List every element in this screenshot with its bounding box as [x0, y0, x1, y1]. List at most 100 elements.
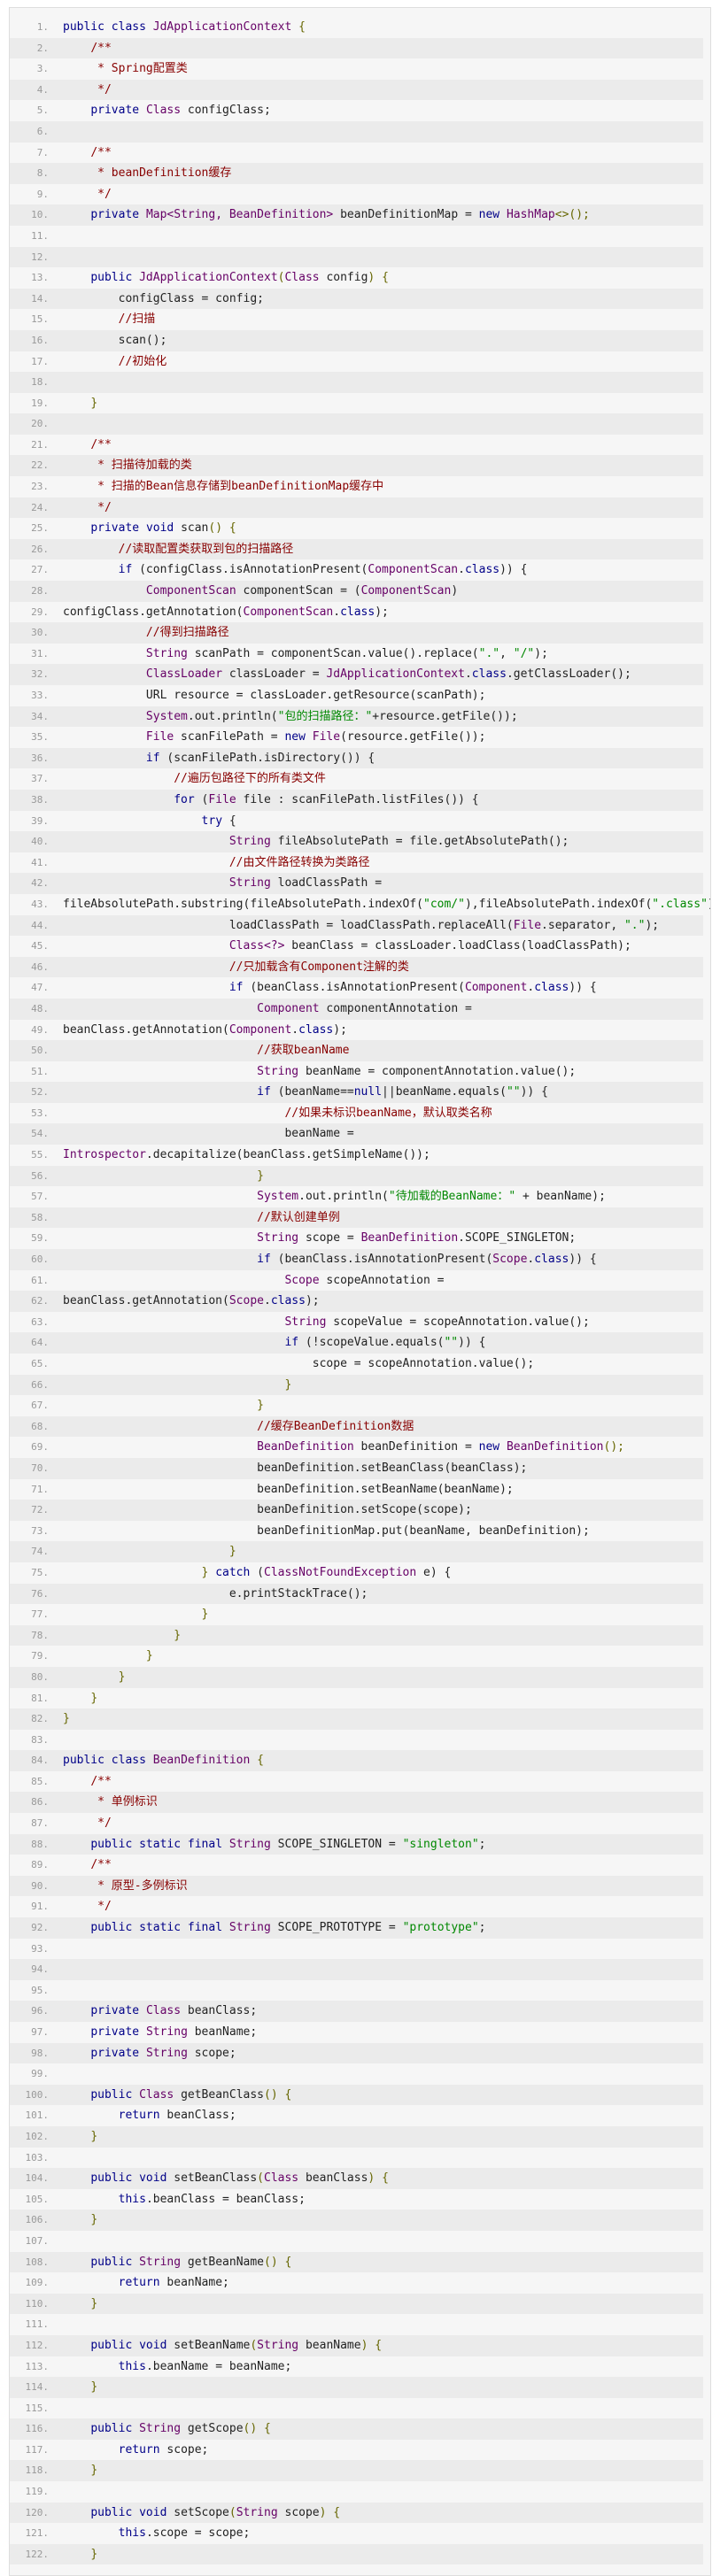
- code-line: 115.: [10, 2398, 703, 2419]
- code-token: classLoader =: [222, 667, 327, 682]
- line-number: 67.: [31, 1400, 49, 1412]
- code-token: setBeanName: [166, 2338, 251, 2352]
- line-number: 85.: [31, 1775, 49, 1787]
- code-token: public: [90, 1921, 140, 1935]
- code-token: configClass;: [181, 104, 271, 118]
- code-token: }: [201, 1565, 216, 1579]
- code-token: this: [118, 2192, 146, 2206]
- code-token: }: [63, 1712, 70, 1726]
- line-number: 73.: [31, 1524, 49, 1537]
- code-line: 107.: [10, 2231, 703, 2252]
- code-line: 84. public class BeanDefinition {: [10, 1750, 703, 1771]
- code-token: * 原型-多例标识: [63, 1878, 188, 1893]
- code-line: 100. public Class getBeanClass() {: [10, 2084, 703, 2106]
- code-token: beanClass;: [181, 2004, 258, 2018]
- code-token: "singleton": [402, 1837, 479, 1851]
- code-line: 59. String scope = BeanDefinition.SCOPE_…: [10, 1228, 703, 1249]
- code-line: 5. private Class configClass;: [10, 100, 703, 121]
- code-line: 25. private void scan() {: [10, 518, 703, 539]
- line-number: 10.: [31, 209, 49, 221]
- code-token: beanDefinition.setScope(scope);: [63, 1503, 472, 1517]
- line-number: 59.: [31, 1232, 49, 1245]
- code-token: String: [228, 1921, 271, 1935]
- code-token: }: [90, 2380, 98, 2395]
- code-line: 71. beanDefinition.setBeanName(beanName)…: [10, 1479, 703, 1500]
- line-number: 42.: [31, 877, 49, 890]
- code-token: URL resource = classLoader.getResource(s…: [63, 689, 486, 702]
- code-token: );: [534, 646, 548, 660]
- code-line: 70. beanDefinition.setBeanClass(beanClas…: [10, 1457, 703, 1479]
- code-line: 20.: [10, 413, 703, 435]
- code-token: /**: [90, 41, 112, 55]
- code-token: //得到扫描路径: [145, 626, 229, 640]
- code-token: }: [228, 1545, 236, 1559]
- code-token: beanName;: [187, 2025, 258, 2039]
- code-token: if: [145, 751, 160, 765]
- code-token: "/": [513, 646, 535, 660]
- code-line: 111.: [10, 2314, 703, 2335]
- code-token: }: [257, 1168, 264, 1183]
- line-number: 34.: [31, 710, 49, 722]
- line-number: 43.: [31, 898, 49, 910]
- line-number: 80.: [31, 1670, 49, 1683]
- code-token: .getClassLoader();: [506, 667, 631, 682]
- code-token: ClassNotFoundException: [264, 1565, 417, 1579]
- code-token: public: [90, 271, 140, 285]
- code-line: 8. * beanDefinition缓存: [10, 163, 703, 184]
- code-token: private: [90, 104, 146, 118]
- code-line: 62. beanClass.getAnnotation(Scope.class);: [10, 1291, 703, 1312]
- code-token: (beanClass.isAnnotationPresent(: [243, 981, 465, 995]
- code-token: private: [90, 2046, 146, 2060]
- code-token: for: [174, 792, 195, 806]
- line-number: 86.: [31, 1796, 49, 1809]
- code-token: String: [257, 1231, 299, 1246]
- code-line: 18.: [10, 372, 703, 393]
- code-line: 51. String beanName = componentAnnotatio…: [10, 1061, 703, 1083]
- code-token: HashMap: [506, 208, 555, 222]
- code-token: beanClass.getAnnotation(: [63, 1294, 229, 1308]
- code-token: beanDefinitionMap.put(beanName, beanDefi…: [63, 1523, 590, 1538]
- line-number: 26.: [31, 543, 49, 555]
- line-number: 114.: [25, 2381, 50, 2394]
- line-number: 54.: [31, 1128, 49, 1140]
- line-number: 79.: [31, 1650, 49, 1662]
- code-token: /**: [90, 145, 112, 159]
- code-token: getScope: [181, 2422, 244, 2436]
- code-token: (: [257, 2171, 264, 2186]
- line-number: 110.: [25, 2297, 50, 2310]
- code-token: new: [478, 208, 507, 222]
- code-line: 52. if (beanName==null||beanName.equals(…: [10, 1082, 703, 1103]
- code-token: File: [513, 918, 542, 932]
- line-number: 19.: [31, 397, 49, 409]
- code-line: 26. //读取配置类获取到包的扫描路径: [10, 538, 703, 560]
- line-number: 55.: [31, 1149, 49, 1161]
- code-token: }: [201, 1608, 209, 1622]
- code-token: ;: [478, 1921, 486, 1935]
- code-token: (: [250, 1565, 264, 1579]
- code-token: ClassLoader: [145, 667, 223, 682]
- code-token: String: [284, 1315, 327, 1329]
- code-token: new: [284, 730, 313, 744]
- code-token: ) {: [319, 2505, 341, 2519]
- code-token: }: [145, 1649, 153, 1663]
- code-token: beanName = componentAnnotation.value();: [298, 1064, 577, 1078]
- code-token: String: [228, 835, 271, 849]
- line-number: 109.: [25, 2277, 50, 2289]
- line-number: 47.: [31, 982, 49, 994]
- code-token: scope;: [159, 2442, 209, 2456]
- code-token: }: [284, 1377, 292, 1392]
- code-token: class: [111, 1754, 153, 1768]
